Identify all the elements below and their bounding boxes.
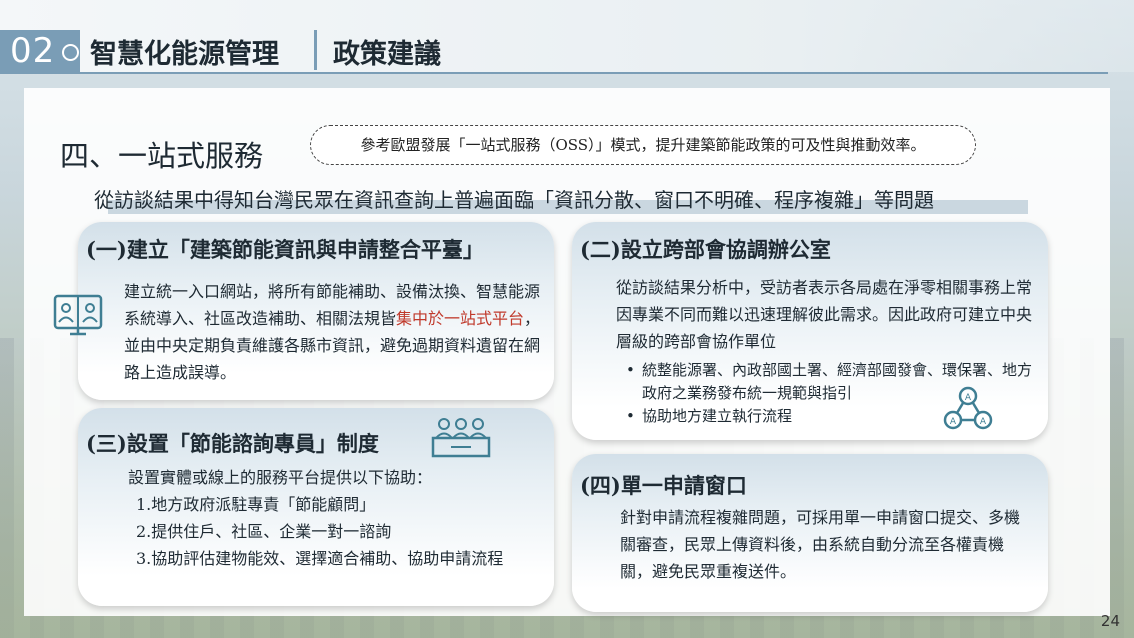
card-single-window: (四)單一申請窗口 針對申請流程複雜問題，可採用單一申請窗口提交、多機關審查，民… — [572, 454, 1048, 612]
header-divider — [314, 30, 317, 70]
svg-text:A: A — [950, 417, 957, 427]
card-body: 針對申請流程複雜問題，可採用單一申請窗口提交、多機關審查，民眾上傳資料後，由系統… — [620, 508, 1021, 581]
consultation-desk-icon — [431, 418, 491, 458]
body-text: 從訪談結果分析中，受訪者表示各局處在淨零相關事務上常因專業不同而難以迅速理解彼此… — [616, 278, 1033, 351]
page-number: 24 — [1100, 612, 1120, 630]
list-item: 3.協助評估建物能效、選擇適合補助、協助申請流程 — [136, 549, 504, 568]
header-subtitle: 政策建議 — [333, 39, 441, 70]
card-body: 設置實體或線上的服務平台提供以下協助： 1.地方政府派駐專責「節能顧問」 2.提… — [128, 464, 548, 572]
reference-pill: 參考歐盟發展「一站式服務（OSS）」模式，提升建築節能政策的可及性與推動效率。 — [310, 125, 976, 165]
section-dot-icon — [62, 44, 79, 61]
slide-header: 02 智慧化能源管理 政策建議 — [0, 0, 1134, 72]
card-title: (二)設立跨部會協調辦公室 — [580, 237, 831, 262]
svg-text:A: A — [965, 393, 972, 403]
body-intro: 設置實體或線上的服務平台提供以下協助： — [128, 468, 433, 487]
card-title: (一)建立「建築節能資訊與申請整合平臺」 — [86, 237, 484, 262]
card-energy-consultant: (三)設置「節能諮詢專員」制度 設置實體或線上的服務平台提供以下協助： 1.地方… — [78, 408, 554, 606]
header-underline — [0, 72, 1108, 74]
svg-text:A: A — [980, 417, 987, 427]
list-item: 2.提供住戶、社區、企業一對一諮詢 — [136, 522, 392, 541]
header-title: 智慧化能源管理 — [90, 39, 279, 70]
card-title: (三)設置「節能諮詢專員」制度 — [86, 431, 379, 456]
intro-text: 從訪談結果中得知台灣民眾在資訊查詢上普遍面臨「資訊分散、窗口不明確、程序複雜」等… — [94, 188, 934, 212]
team-network-icon: A A A — [943, 386, 993, 430]
video-meeting-icon — [53, 294, 103, 336]
card-coordination-office: (二)設立跨部會協調辦公室 從訪談結果分析中，受訪者表示各局處在淨零相關事務上常… — [572, 222, 1048, 440]
highlight-text: 集中於一站式平台 — [396, 309, 525, 328]
main-heading: 四、一站式服務 — [60, 139, 264, 173]
numbered-list: 1.地方政府派駐專責「節能顧問」 2.提供住戶、社區、企業一對一諮詢 3.協助評… — [128, 491, 548, 572]
card-integration-platform: (一)建立「建築節能資訊與申請整合平臺」 建立統一入口網站，將所有節能補助、設備… — [53, 222, 554, 400]
card-body: 建立統一入口網站，將所有節能補助、設備汰換、智慧能源系統導入、社區改造補助、相關… — [124, 278, 544, 386]
list-item: 1.地方政府派駐專責「節能顧問」 — [136, 495, 376, 514]
card-title: (四)單一申請窗口 — [580, 473, 747, 498]
